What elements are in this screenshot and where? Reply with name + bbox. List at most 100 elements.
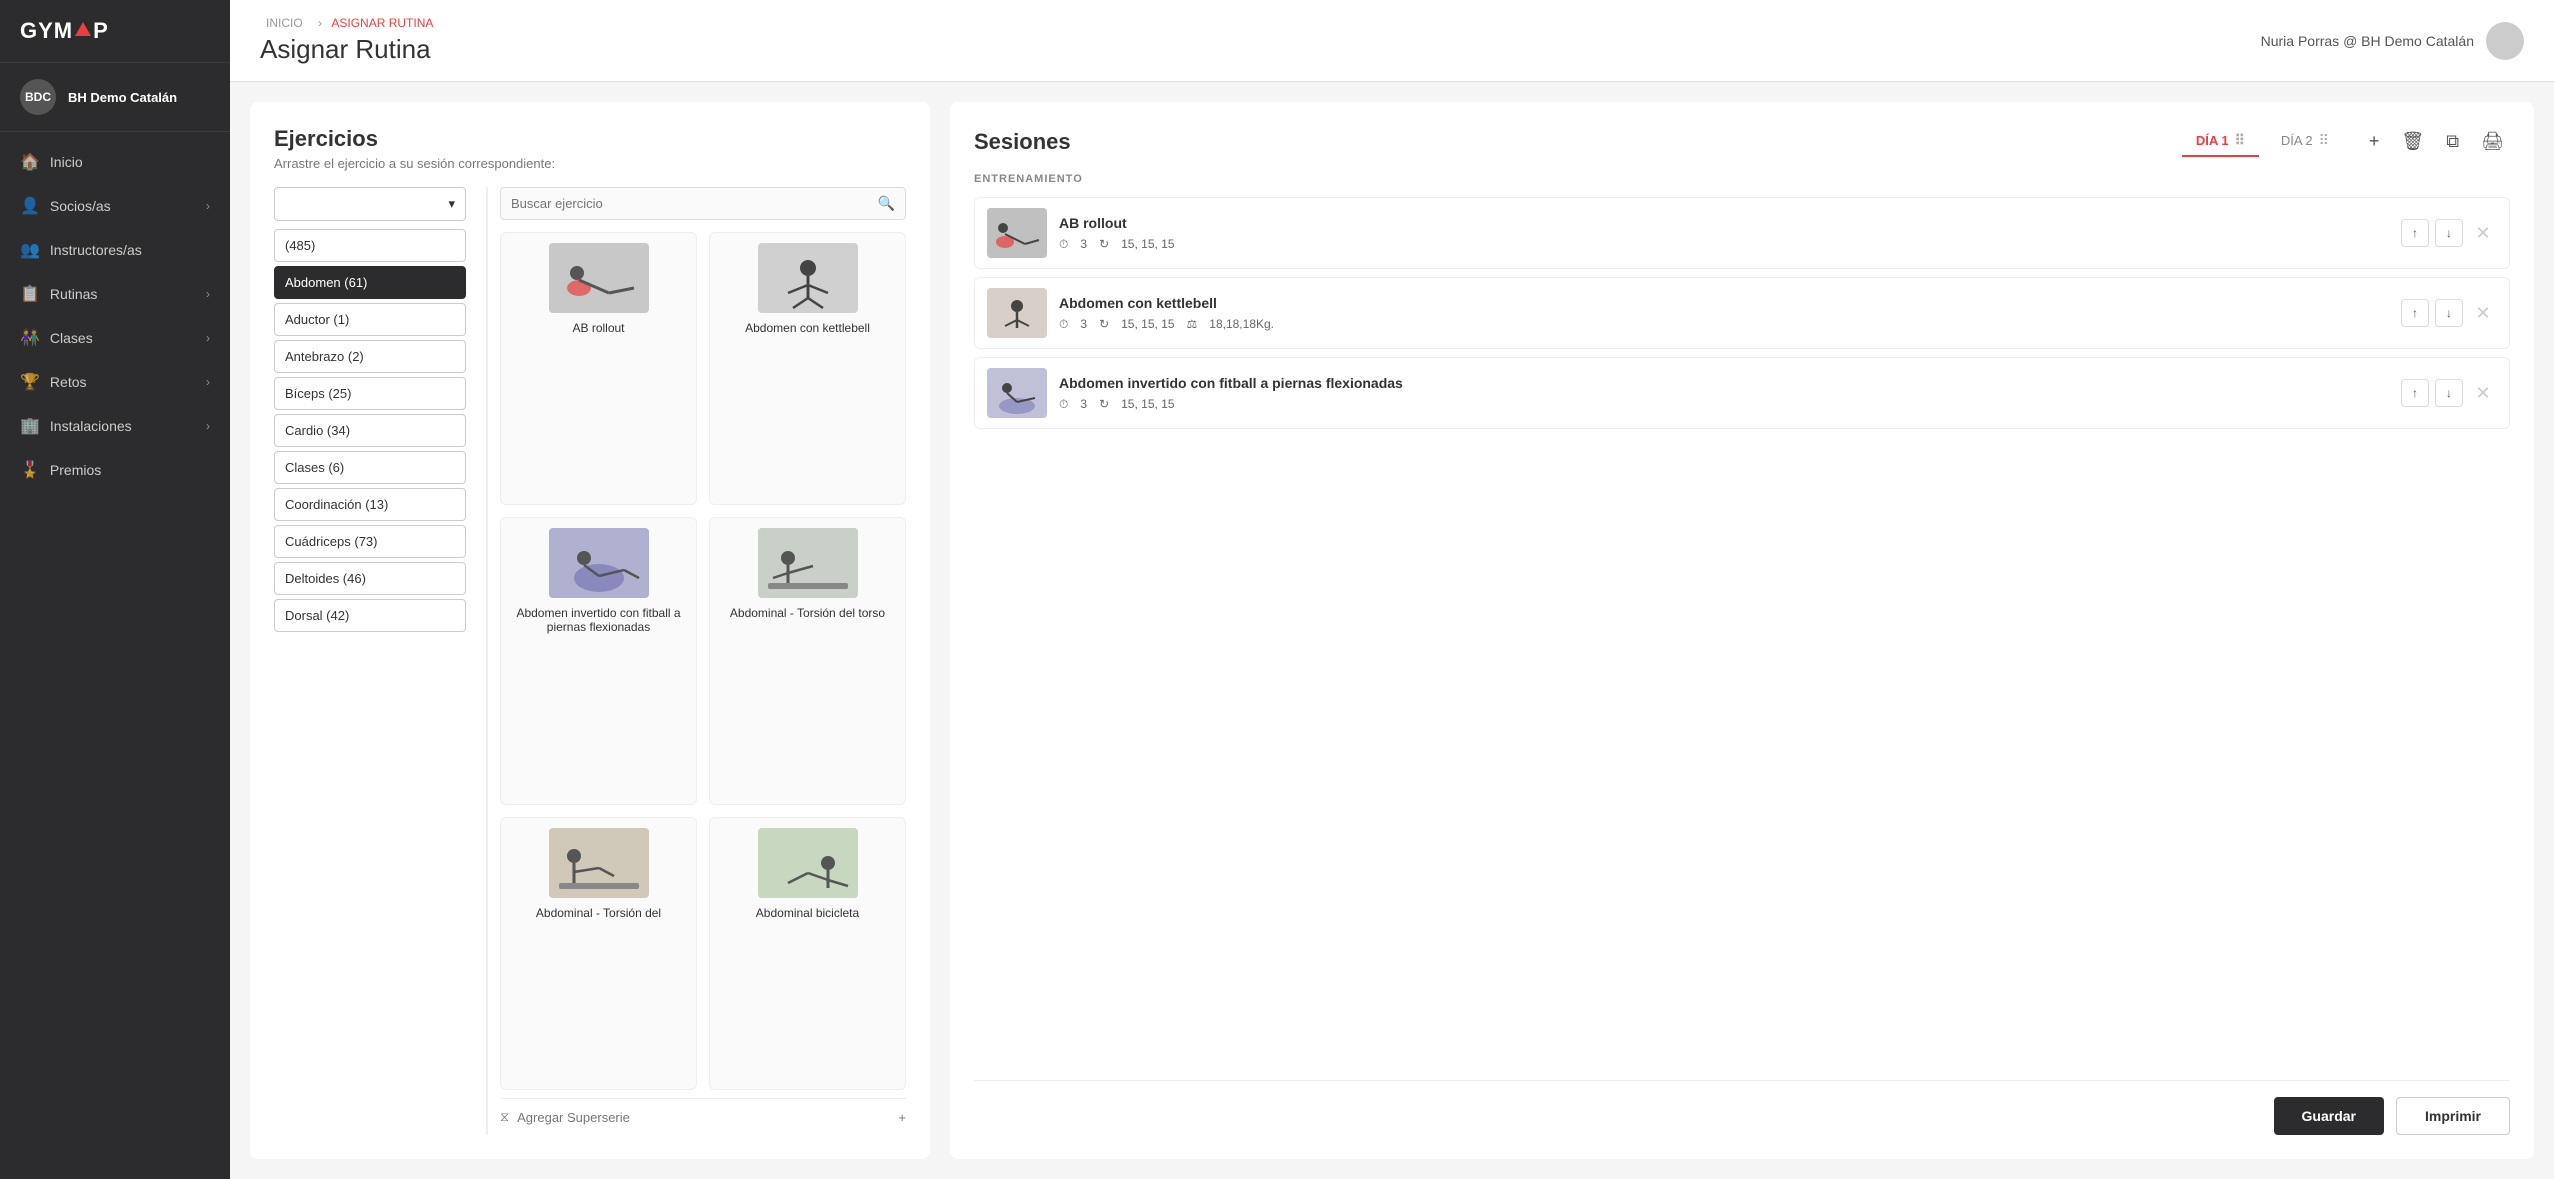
session-section-label: ENTRENAMIENTO bbox=[974, 173, 2510, 185]
exercise-thumb bbox=[549, 243, 649, 313]
tab-dia1[interactable]: DÍA 1 ⠿ bbox=[2182, 126, 2259, 157]
tab-dots-icon: ⠿ bbox=[2319, 132, 2329, 149]
weight-icon: ⚖ bbox=[1187, 317, 1198, 331]
category-item-coordinacion[interactable]: Coordinación (13) bbox=[274, 488, 466, 521]
session-ex-thumb bbox=[987, 368, 1047, 418]
exercise-thumb bbox=[758, 528, 858, 598]
session-exercises-list: AB rollout ⏱ 3 ↻ 15, 15, 15 ↑ ↓ ✕ bbox=[974, 197, 2510, 1068]
breadcrumb-current[interactable]: ASIGNAR RUTINA bbox=[331, 16, 433, 30]
exercise-card-kettlebell[interactable]: Abdomen con kettlebell bbox=[709, 232, 906, 505]
sidebar-item-label: Retos bbox=[50, 374, 87, 390]
remove-exercise-button[interactable]: ✕ bbox=[2469, 379, 2497, 407]
sidebar-item-socios[interactable]: 👤 Socios/as › bbox=[0, 184, 230, 228]
session-ex-thumb bbox=[987, 288, 1047, 338]
tab-dia2[interactable]: DÍA 2 ⠿ bbox=[2267, 126, 2343, 157]
repeat-icon: ↻ bbox=[1099, 397, 1109, 411]
repeat-icon: ↻ bbox=[1099, 237, 1109, 251]
sets-value: 3 bbox=[1080, 317, 1087, 331]
sidebar-user: BDC BH Demo Catalán bbox=[0, 63, 230, 132]
sidebar-item-label: Socios/as bbox=[50, 198, 111, 214]
save-button[interactable]: Guardar bbox=[2274, 1097, 2384, 1135]
users-icon: 👥 bbox=[20, 240, 40, 260]
remove-exercise-button[interactable]: ✕ bbox=[2469, 219, 2497, 247]
search-icon: 🔍 bbox=[878, 195, 895, 212]
sidebar-item-instalaciones[interactable]: 🏢 Instalaciones › bbox=[0, 404, 230, 448]
move-down-button[interactable]: ↓ bbox=[2435, 219, 2463, 247]
exercise-card-bicicleta[interactable]: Abdominal bicicleta bbox=[709, 817, 906, 1090]
reps-value: 15, 15, 15 bbox=[1121, 317, 1174, 331]
exercise-card-fitball[interactable]: Abdomen invertido con fitball a piernas … bbox=[500, 517, 697, 804]
move-up-button[interactable]: ↑ bbox=[2401, 379, 2429, 407]
session-ex-meta: ⏱ 3 ↻ 15, 15, 15 bbox=[1059, 237, 2389, 252]
add-superserie-button[interactable]: ⧖ Agregar Superserie + bbox=[500, 1098, 906, 1135]
sidebar-nav: 🏠 Inicio 👤 Socios/as › 👥 Instructores/as… bbox=[0, 132, 230, 1179]
sessions-title: Sesiones bbox=[974, 129, 1071, 155]
breadcrumb-home[interactable]: INICIO bbox=[266, 16, 303, 30]
search-bar: 🔍 bbox=[500, 187, 906, 220]
delete-session-button[interactable]: 🗑 bbox=[2395, 127, 2430, 156]
exercise-thumb bbox=[549, 828, 649, 898]
exercise-thumb bbox=[758, 828, 858, 898]
category-item-dorsal[interactable]: Dorsal (42) bbox=[274, 599, 466, 632]
category-item-cuadriceps[interactable]: Cuádriceps (73) bbox=[274, 525, 466, 558]
session-ex-actions: ↑ ↓ ✕ bbox=[2401, 379, 2497, 407]
exercise-name: Abdominal - Torsión del bbox=[536, 906, 661, 920]
exercise-card-torsion2[interactable]: Abdominal - Torsión del bbox=[500, 817, 697, 1090]
category-item-total[interactable]: (485) bbox=[274, 229, 466, 262]
move-down-button[interactable]: ↓ bbox=[2435, 299, 2463, 327]
category-item-antebrazo[interactable]: Antebrazo (2) bbox=[274, 340, 466, 373]
chevron-right-icon: › bbox=[206, 287, 210, 301]
search-input[interactable] bbox=[511, 196, 878, 211]
category-list: ▾ (485) Abdomen (61) Aductor (1) Antebra… bbox=[274, 187, 474, 1135]
category-item-abdomen[interactable]: Abdomen (61) bbox=[274, 266, 466, 299]
session-exercise-item: AB rollout ⏱ 3 ↻ 15, 15, 15 ↑ ↓ ✕ bbox=[974, 197, 2510, 269]
chevron-right-icon: › bbox=[206, 331, 210, 345]
remove-exercise-button[interactable]: ✕ bbox=[2469, 299, 2497, 327]
sidebar-item-inicio[interactable]: 🏠 Inicio bbox=[0, 140, 230, 184]
session-ex-info: Abdomen invertido con fitball a piernas … bbox=[1059, 375, 2389, 412]
copy-session-button[interactable]: ⧉ bbox=[2440, 127, 2465, 156]
category-item-biceps[interactable]: Bíceps (25) bbox=[274, 377, 466, 410]
exercise-thumb bbox=[549, 528, 649, 598]
move-up-button[interactable]: ↑ bbox=[2401, 299, 2429, 327]
sets-value: 3 bbox=[1080, 237, 1087, 251]
exercise-name: Abdominal bicicleta bbox=[756, 906, 859, 920]
session-ex-actions: ↑ ↓ ✕ bbox=[2401, 219, 2497, 247]
sidebar-item-retos[interactable]: 🏆 Retos › bbox=[0, 360, 230, 404]
exercise-card-torsion[interactable]: Abdominal - Torsión del torso bbox=[709, 517, 906, 804]
move-down-button[interactable]: ↓ bbox=[2435, 379, 2463, 407]
session-exercise-item: Abdomen con kettlebell ⏱ 3 ↻ 15, 15, 15 … bbox=[974, 277, 2510, 349]
sidebar-item-clases[interactable]: 👫 Clases › bbox=[0, 316, 230, 360]
sidebar-item-rutinas[interactable]: 📋 Rutinas › bbox=[0, 272, 230, 316]
session-ex-name: AB rollout bbox=[1059, 215, 2389, 231]
sidebar-item-label: Premios bbox=[50, 462, 101, 478]
exercise-name: Abdomen invertido con fitball a piernas … bbox=[511, 606, 686, 634]
sidebar-item-label: Instructores/as bbox=[50, 242, 142, 258]
add-superserie-label: Agregar Superserie bbox=[517, 1110, 630, 1125]
session-ex-meta: ⏱ 3 ↻ 15, 15, 15 ⚖ 18,18,18Kg. bbox=[1059, 317, 2389, 332]
category-item-cardio[interactable]: Cardio (34) bbox=[274, 414, 466, 447]
sidebar-item-premios[interactable]: 🎖️ Premios bbox=[0, 448, 230, 492]
session-ex-name: Abdomen con kettlebell bbox=[1059, 295, 2389, 311]
main-content: INICIO › ASIGNAR RUTINA Asignar Rutina N… bbox=[230, 0, 2554, 1179]
category-item-deltoides[interactable]: Deltoides (46) bbox=[274, 562, 466, 595]
print-session-button[interactable]: 🖨 bbox=[2475, 127, 2510, 156]
body-area: Ejercicios Arrastre el ejercicio a su se… bbox=[230, 82, 2554, 1179]
print-button[interactable]: Imprimir bbox=[2396, 1097, 2510, 1135]
exercises-panel: Ejercicios Arrastre el ejercicio a su se… bbox=[250, 102, 930, 1159]
add-plus-icon: + bbox=[898, 1110, 906, 1125]
header-user: Nuria Porras @ BH Demo Catalán bbox=[2261, 22, 2524, 60]
add-session-button[interactable]: + bbox=[2363, 127, 2386, 156]
page-title: Asignar Rutina bbox=[260, 34, 433, 65]
exercise-name: Abdominal - Torsión del torso bbox=[730, 606, 885, 620]
exercise-card-ab-rollout[interactable]: AB rollout bbox=[500, 232, 697, 505]
category-item-clases[interactable]: Clases (6) bbox=[274, 451, 466, 484]
session-exercise-item: Abdomen invertido con fitball a piernas … bbox=[974, 357, 2510, 429]
category-dropdown[interactable]: ▾ bbox=[274, 187, 466, 221]
move-up-button[interactable]: ↑ bbox=[2401, 219, 2429, 247]
sidebar-item-label: Inicio bbox=[50, 154, 83, 170]
sidebar-item-instructores[interactable]: 👥 Instructores/as bbox=[0, 228, 230, 272]
class-icon: 👫 bbox=[20, 328, 40, 348]
exercise-thumb bbox=[758, 243, 858, 313]
category-item-aductor[interactable]: Aductor (1) bbox=[274, 303, 466, 336]
